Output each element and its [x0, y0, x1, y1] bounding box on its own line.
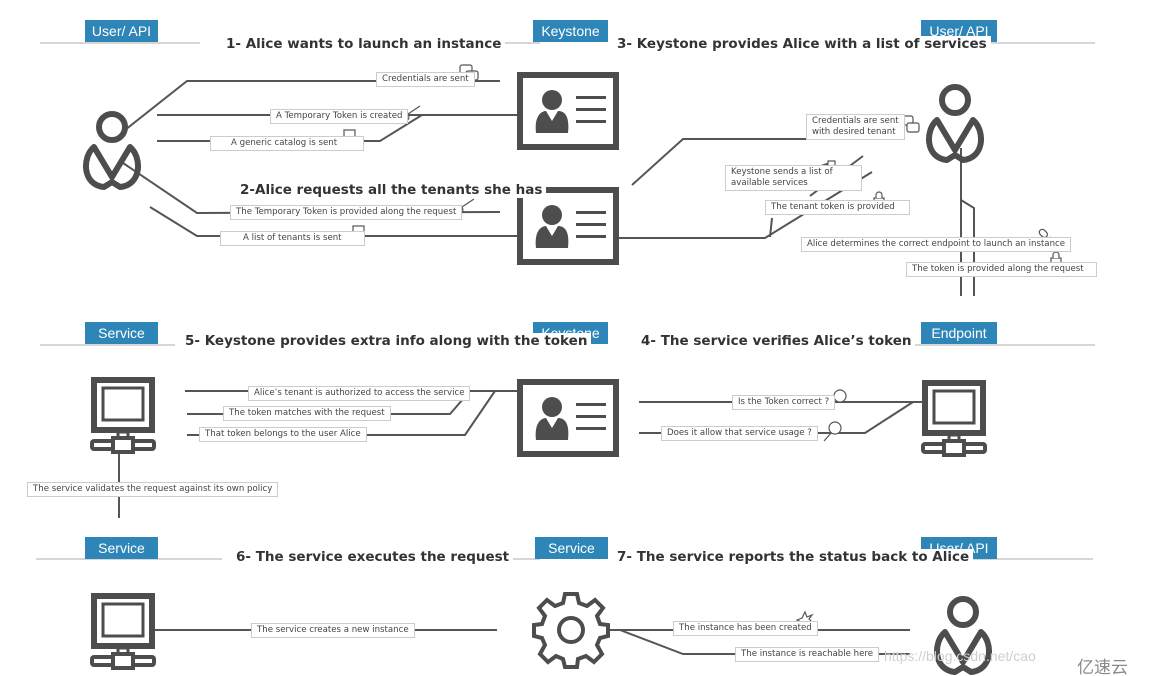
label-token-matches: The token matches with the request	[223, 406, 391, 421]
label-tenant-authorized: Alice’s tenant is authorized to access t…	[248, 386, 471, 401]
step3-title: 3- Keystone provides Alice with a list o…	[613, 36, 991, 52]
service-computer-icon	[92, 380, 154, 452]
watermark-url: https://blog.csdn.net/cao	[884, 648, 1036, 664]
tag-service: Service	[85, 322, 158, 344]
label-line: available services	[731, 178, 808, 188]
label-creates-instance: The service creates a new instance	[251, 623, 415, 638]
keystone-id-card-icon	[520, 382, 616, 454]
label-validates-policy: The service validates the request agains…	[27, 482, 279, 497]
label-line: Keystone sends a list of	[731, 167, 833, 177]
label-tenants-list: A list of tenants is sent	[220, 231, 365, 246]
step6-title: 6- The service executes the request	[232, 549, 514, 565]
label-generic-catalog: A generic catalog is sent	[210, 136, 365, 151]
label-temp-token-created: A Temporary Token is created	[270, 109, 409, 124]
endpoint-computer-icon	[923, 383, 985, 455]
label-token-correct: Is the Token correct ?	[732, 395, 836, 410]
label-instance-created: The instance has been created	[673, 621, 818, 636]
tag-user-api: User/ API	[85, 20, 158, 42]
gear-icon	[532, 592, 610, 669]
label-token-along: The token is provided along the request	[906, 262, 1097, 277]
tag-keystone: Keystone	[533, 20, 608, 42]
keystone-id-card-icon	[520, 75, 616, 147]
yisu-logo: 亿速云	[1077, 658, 1128, 676]
label-services-list: Keystone sends a list of available servi…	[725, 165, 862, 191]
label-temp-token-provided: The Temporary Token is provided along th…	[230, 205, 463, 220]
step1-title: 1- Alice wants to launch an instance	[222, 36, 506, 52]
openstack-keystone-flow-diagram: User/ API Keystone User/ API Service Key…	[0, 0, 1166, 676]
tag-service: Service	[85, 537, 158, 559]
label-line: with desired tenant	[812, 127, 896, 137]
label-endpoint-choice: Alice determines the correct endpoint to…	[801, 237, 1072, 252]
service-computer-icon	[92, 596, 154, 668]
label-credentials-with-tenant: Credentials are sent with desired tenant	[806, 114, 905, 140]
magnifier-icon	[823, 421, 842, 442]
label-instance-reachable: The instance is reachable here	[735, 647, 880, 662]
step5-title: 5- Keystone provides extra info along wi…	[181, 333, 592, 349]
tag-service: Service	[535, 537, 608, 559]
step4-title: 4- The service verifies Alice’s token	[637, 333, 916, 349]
keystone-id-card-icon	[520, 190, 616, 262]
user-icon-alice-step3	[929, 87, 981, 160]
label-credentials-sent: Credentials are sent	[376, 72, 475, 87]
label-tenant-token: The tenant token is provided	[765, 200, 910, 215]
label-service-usage: Does it allow that service usage ?	[661, 426, 818, 441]
step2-title: 2-Alice requests all the tenants she has	[236, 182, 547, 198]
step7-title: 7- The service reports the status back t…	[613, 549, 974, 565]
tag-endpoint: Endpoint	[921, 322, 997, 344]
label-line: Credentials are sent	[812, 116, 899, 126]
label-token-belongs: That token belongs to the user Alice	[199, 427, 367, 442]
